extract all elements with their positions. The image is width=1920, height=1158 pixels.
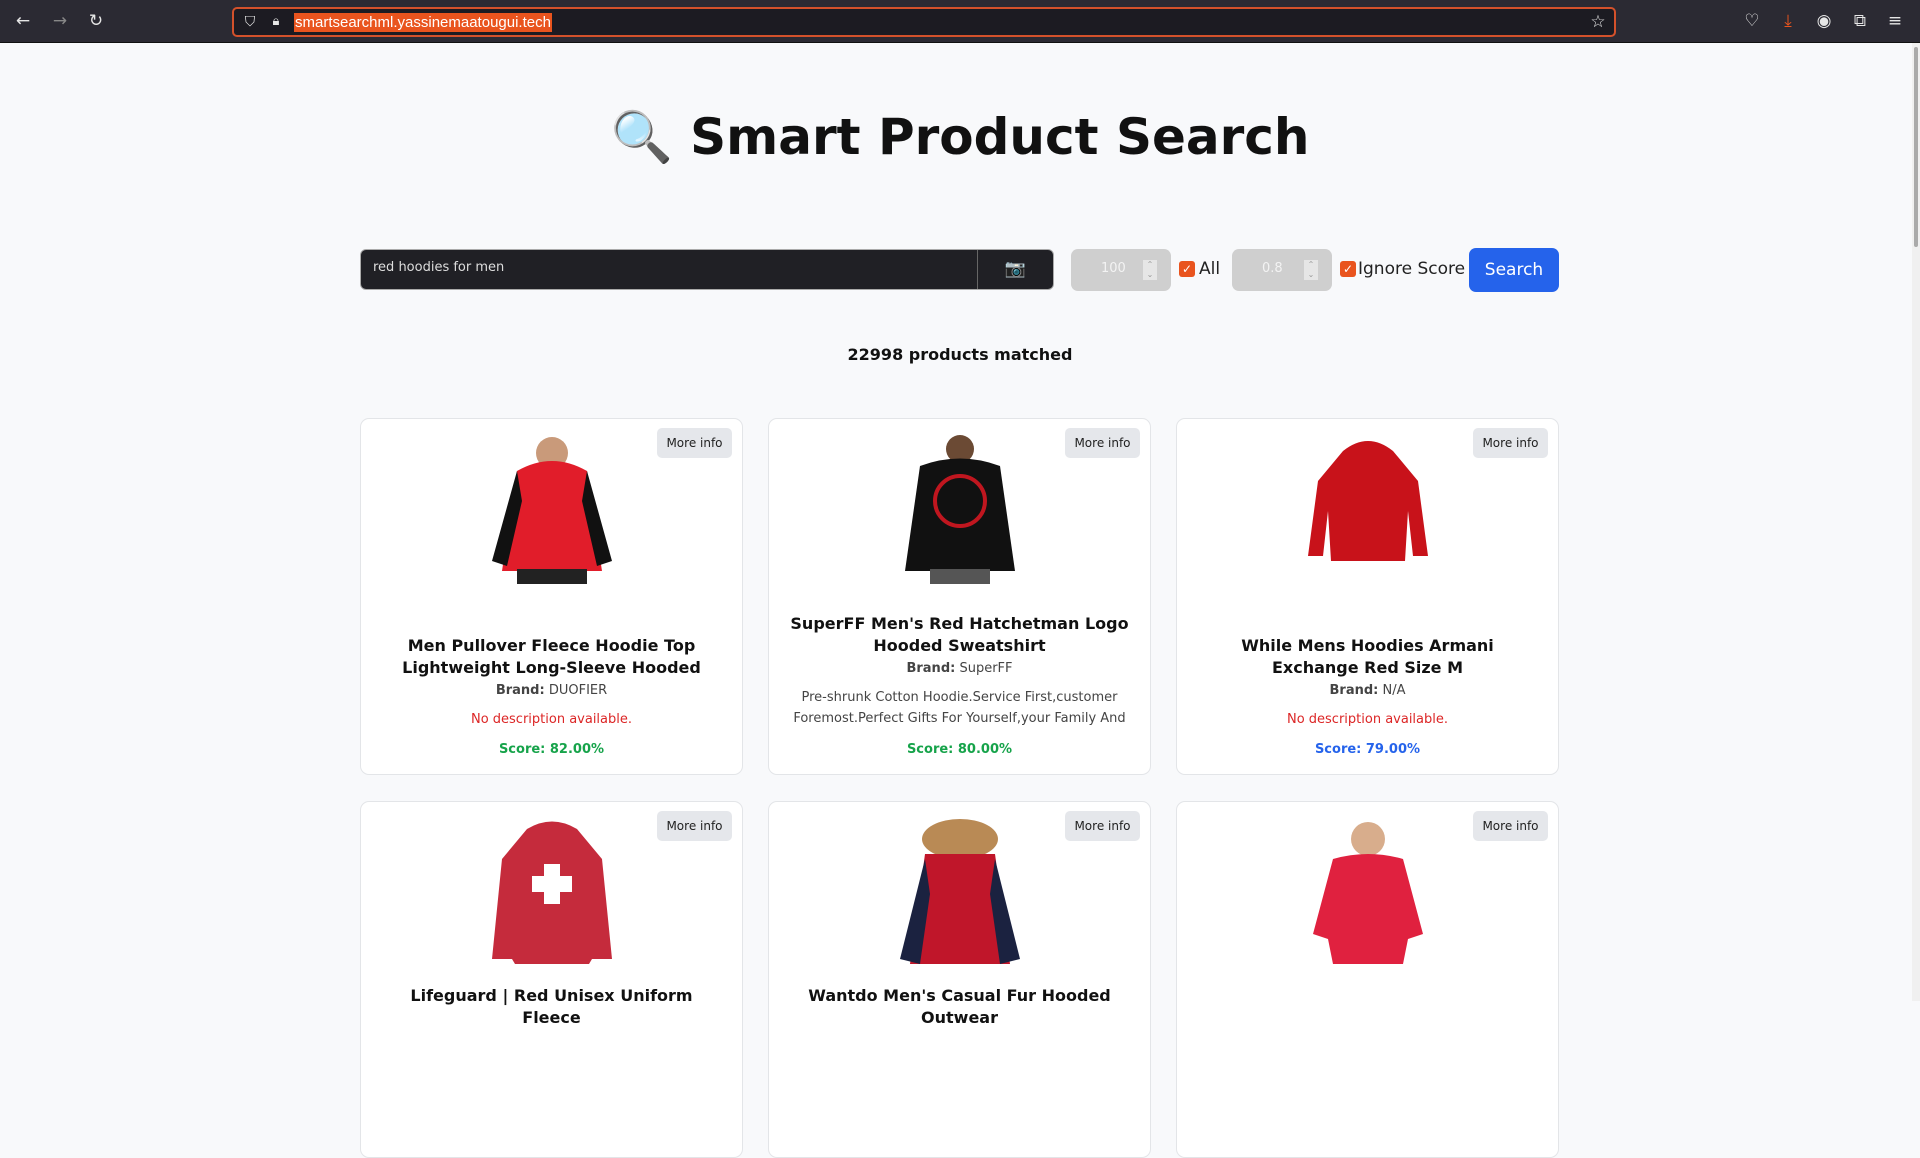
product-brand: Brand: DUOFIER xyxy=(361,683,742,698)
ignore-score-label: Ignore Score xyxy=(1358,259,1466,279)
product-image xyxy=(492,437,612,584)
search-button[interactable]: Search xyxy=(1469,248,1559,292)
brand-label: Brand: xyxy=(495,683,545,698)
back-icon[interactable]: ← xyxy=(13,11,33,31)
product-card: More info SuperFF Men's Red Hatchetman L… xyxy=(768,418,1151,775)
lock-icon[interactable]: 🔒︎ xyxy=(266,12,286,32)
product-card: More info While Mens Hoodies Armani Exch… xyxy=(1176,418,1559,775)
brand-value: SuperFF xyxy=(959,661,1013,676)
count-stepper-icon[interactable]: ⌃ ⌄ xyxy=(1143,260,1157,280)
product-image xyxy=(1313,822,1423,964)
result-count-input[interactable]: 100 ⌃ ⌄ xyxy=(1071,249,1171,291)
brand-value: DUOFIER xyxy=(548,683,608,698)
brand-label: Brand: xyxy=(1329,683,1379,698)
all-label: All xyxy=(1199,259,1221,279)
product-score: Score: 80.00% xyxy=(906,742,1013,757)
product-card: More info Lifeguard | Red Unisex Uniform… xyxy=(360,801,743,1158)
threshold-stepper-icon[interactable]: ⌃ ⌄ xyxy=(1304,260,1318,280)
all-checkbox[interactable]: ✓ xyxy=(1179,261,1195,277)
product-description: No description available. xyxy=(1286,712,1449,727)
product-image xyxy=(905,435,1015,584)
product-image xyxy=(900,819,1020,964)
account-icon[interactable]: ◉ xyxy=(1814,11,1834,31)
camera-upload-button[interactable]: 📷 xyxy=(977,250,1053,289)
brand-label: Brand: xyxy=(906,661,956,676)
more-info-button[interactable]: More info xyxy=(657,811,732,841)
product-score: Score: 82.00% xyxy=(498,742,605,757)
results-count: 22998 products matched xyxy=(847,345,1073,364)
product-title: Lifeguard | Red Unisex Uniform Fleece xyxy=(410,986,693,1027)
product-brand: Brand: SuperFF xyxy=(769,661,1150,676)
browser-toolbar: ← → ↻ ⛉ 🔒︎ smartsearchml.yassinemaatougu… xyxy=(0,0,1920,43)
bookmark-star-icon[interactable]: ☆ xyxy=(1588,12,1608,32)
shield-icon[interactable]: ⛉ xyxy=(240,12,260,32)
product-score: Score: 79.00% xyxy=(1314,742,1421,757)
product-image xyxy=(492,821,612,964)
product-card: More info xyxy=(1176,801,1559,1158)
menu-icon[interactable]: ≡ xyxy=(1885,11,1905,31)
brand-value: N/A xyxy=(1382,683,1406,698)
extensions-icon[interactable]: ⧉ xyxy=(1850,11,1870,31)
more-info-button[interactable]: More info xyxy=(1473,811,1548,841)
download-icon[interactable]: ⤓ xyxy=(1778,11,1798,31)
pocket-icon[interactable]: ♡ xyxy=(1742,11,1762,31)
product-brand: Brand: N/A xyxy=(1177,683,1558,698)
search-box: 📷 xyxy=(360,249,1054,290)
scrollbar[interactable] xyxy=(1912,43,1920,1001)
forward-icon[interactable]: → xyxy=(50,11,70,31)
product-title: While Mens Hoodies Armani Exchange Red S… xyxy=(1241,636,1494,677)
threshold-value: 0.8 xyxy=(1262,261,1283,276)
page-title: 🔍 Smart Product Search xyxy=(610,108,1310,166)
result-count-value: 100 xyxy=(1101,261,1126,276)
product-description: Pre-shrunk Cotton Hoodie.Service First,c… xyxy=(793,690,1126,726)
url-text[interactable]: smartsearchml.yassinemaatougui.tech xyxy=(294,13,552,32)
product-title: SuperFF Men's Red Hatchetman Logo Hooded… xyxy=(790,614,1129,655)
search-input[interactable] xyxy=(373,260,973,275)
more-info-button[interactable]: More info xyxy=(1065,811,1140,841)
product-description: No description available. xyxy=(470,712,633,727)
product-title: Wantdo Men's Casual Fur Hooded Outwear xyxy=(808,986,1111,1027)
product-card: More info Wantdo Men's Casual Fur Hooded… xyxy=(768,801,1151,1158)
more-info-button[interactable]: More info xyxy=(657,428,732,458)
address-bar[interactable]: ⛉ 🔒︎ smartsearchml.yassinemaatougui.tech… xyxy=(232,7,1616,37)
ignore-score-checkbox[interactable]: ✓ xyxy=(1340,261,1356,277)
more-info-button[interactable]: More info xyxy=(1473,428,1548,458)
product-title: Men Pullover Fleece Hoodie Top Lightweig… xyxy=(402,636,701,677)
reload-icon[interactable]: ↻ xyxy=(86,11,106,31)
product-image xyxy=(1308,441,1428,561)
product-card: More info Men Pullover Fleece Hoodie Top… xyxy=(360,418,743,775)
more-info-button[interactable]: More info xyxy=(1065,428,1140,458)
threshold-input[interactable]: 0.8 ⌃ ⌄ xyxy=(1232,249,1332,291)
